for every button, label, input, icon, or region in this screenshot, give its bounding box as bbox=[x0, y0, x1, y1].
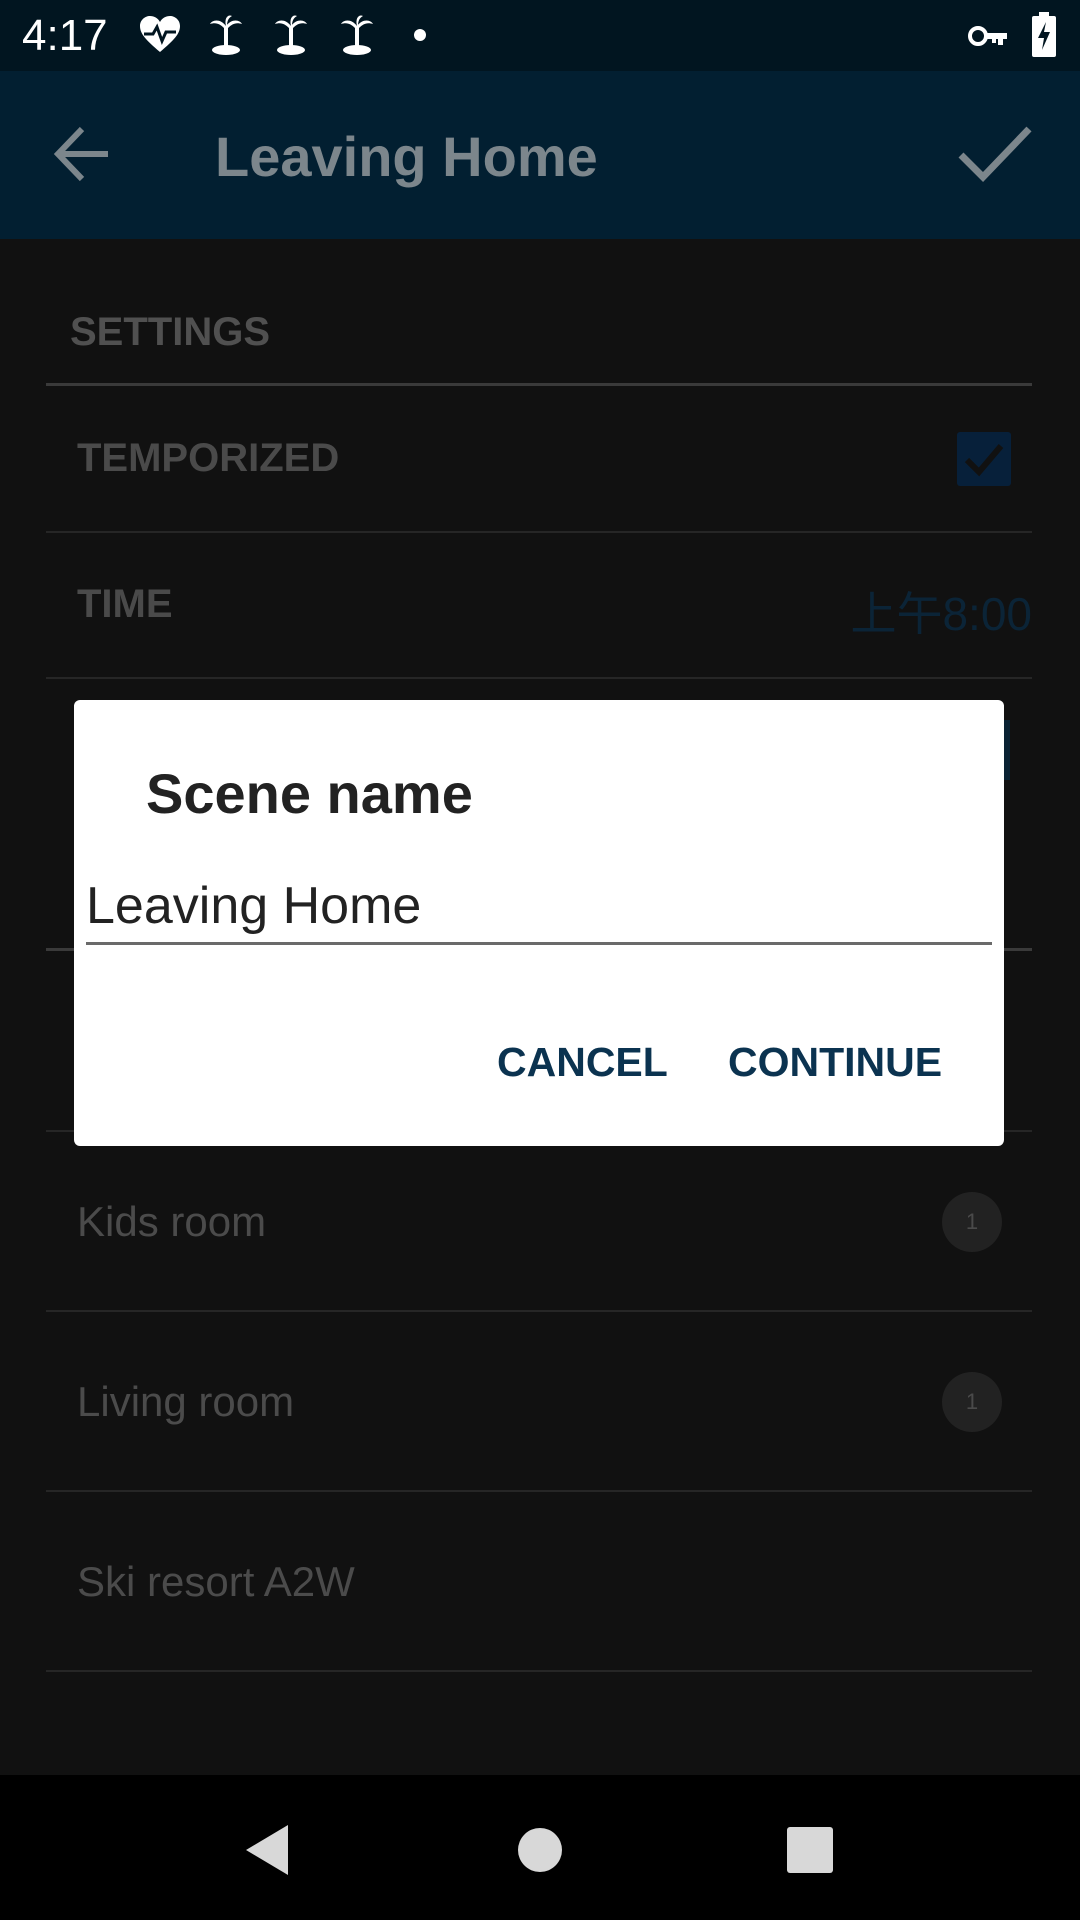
palm-tree-icon bbox=[341, 15, 373, 55]
dialog-title: Scene name bbox=[146, 762, 473, 825]
temporized-checkbox[interactable] bbox=[957, 432, 1011, 486]
screen: 4:17 Leaving Home SETTINGS TEMPORIZED TI… bbox=[0, 0, 1080, 1920]
arrow-back-icon[interactable] bbox=[50, 121, 116, 187]
nav-recents-icon[interactable] bbox=[775, 1815, 845, 1885]
divider bbox=[46, 1490, 1032, 1492]
room-name: Ski resort A2W bbox=[77, 1558, 355, 1605]
palm-tree-icon bbox=[210, 15, 242, 55]
check-icon[interactable] bbox=[955, 121, 1035, 187]
nav-home-icon[interactable] bbox=[505, 1815, 575, 1885]
time-label: TIME bbox=[77, 582, 173, 626]
settings-section-header: SETTINGS bbox=[70, 310, 271, 354]
cancel-button[interactable]: CANCEL bbox=[497, 1036, 668, 1088]
count-badge: 1 bbox=[942, 1192, 1002, 1252]
dot-icon bbox=[414, 29, 426, 41]
divider bbox=[46, 1670, 1032, 1672]
battery-charging-icon bbox=[1032, 12, 1056, 57]
page-title: Leaving Home bbox=[215, 125, 598, 188]
room-name: Living room bbox=[77, 1378, 295, 1425]
scene-name-dialog: Scene name CANCEL CONTINUE bbox=[74, 700, 1004, 1146]
room-name: Kids room bbox=[77, 1198, 267, 1245]
vpn-key-icon bbox=[968, 26, 1007, 46]
palm-tree-icon bbox=[275, 15, 307, 55]
heart-pulse-icon bbox=[140, 16, 180, 52]
continue-button[interactable]: CONTINUE bbox=[728, 1036, 942, 1088]
navigation-bar bbox=[0, 1775, 1080, 1920]
nav-back-icon[interactable] bbox=[234, 1815, 304, 1885]
count-badge: 1 bbox=[942, 1372, 1002, 1432]
scene-name-input[interactable] bbox=[86, 870, 992, 945]
divider bbox=[46, 383, 1032, 386]
status-bar: 4:17 bbox=[0, 0, 1080, 71]
divider bbox=[46, 1310, 1032, 1312]
status-time: 4:17 bbox=[22, 11, 108, 60]
check-icon bbox=[964, 444, 1004, 477]
divider bbox=[46, 531, 1032, 533]
divider bbox=[46, 677, 1032, 679]
temporized-label: TEMPORIZED bbox=[77, 436, 340, 480]
app-bar: Leaving Home bbox=[0, 71, 1080, 239]
time-value[interactable]: 上午8:00 bbox=[850, 578, 1032, 644]
